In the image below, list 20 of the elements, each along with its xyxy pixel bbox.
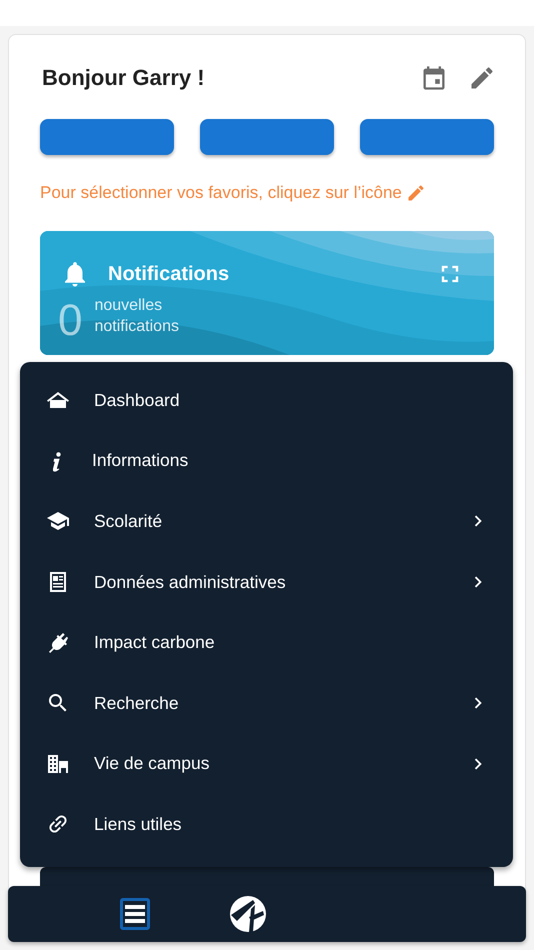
favorites-hint: Pour sélectionner vos favoris, cliquez sur l’icône — [40, 183, 402, 203]
notifications-title: Notifications — [108, 262, 230, 286]
menu-item[interactable]: Données administratives — [20, 552, 513, 612]
menu-icon — [125, 905, 145, 923]
greeting-title: Bonjour Garry ! — [42, 65, 206, 91]
menu-button[interactable] — [120, 898, 150, 930]
menu-item[interactable]: Dashboard — [20, 370, 513, 431]
menu-item[interactable]: Liens utiles — [20, 794, 513, 855]
info-icon — [53, 450, 61, 472]
menu-item[interactable]: Scolarité — [20, 491, 513, 552]
pencil-icon — [406, 183, 426, 203]
menu-item[interactable]: Vie de campus — [20, 734, 513, 794]
menu-item[interactable]: Impact carbone — [20, 612, 513, 673]
logo-icon[interactable] — [229, 895, 267, 933]
notification-label: notifications — [94, 317, 179, 337]
menu-item[interactable]: Recherche — [20, 672, 513, 734]
notification-label: nouvelles — [94, 296, 164, 316]
notification-count: 0 — [58, 299, 82, 343]
plug-icon — [46, 630, 70, 655]
menu-item[interactable]: Informations — [20, 430, 513, 492]
